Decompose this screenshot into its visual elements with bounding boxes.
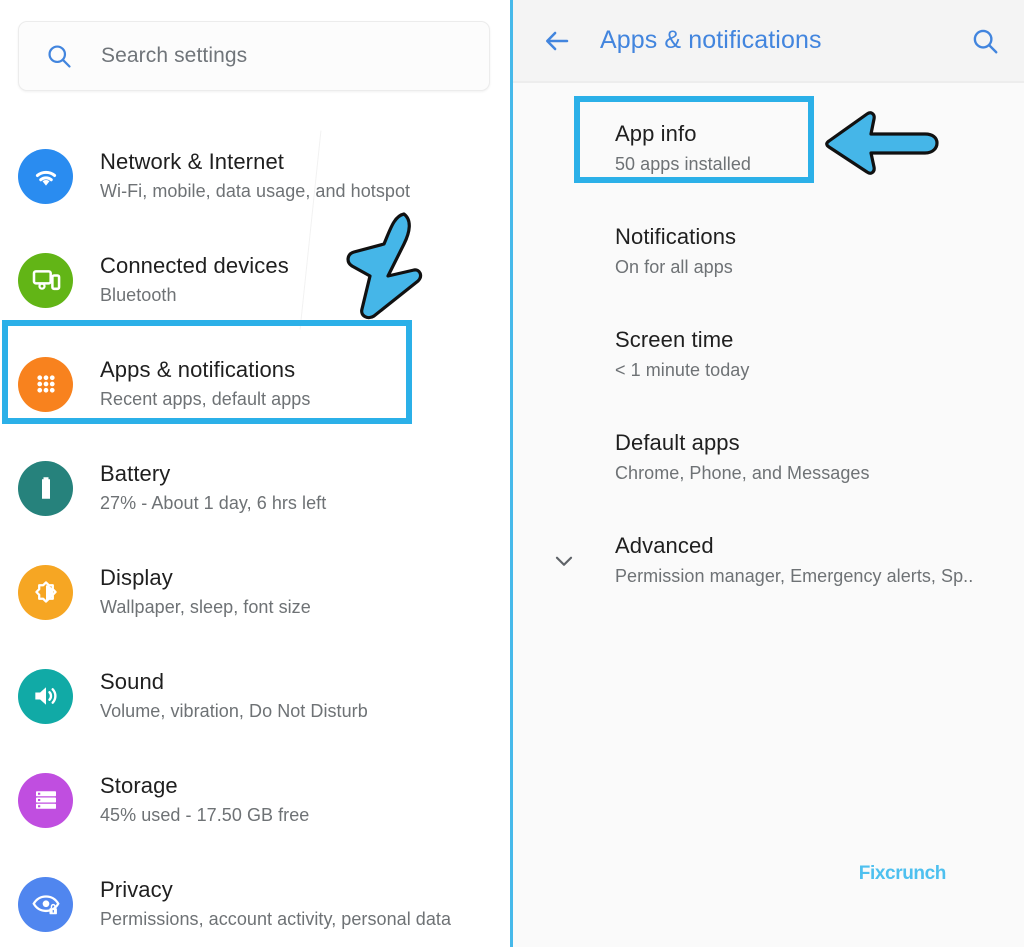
list-item-title: App info <box>615 121 697 146</box>
list-item-screen-time[interactable]: Screen time < 1 minute today <box>511 303 1024 406</box>
storage-icon <box>18 772 73 828</box>
search-settings-bar[interactable]: Search settings <box>18 21 490 91</box>
list-item-title: Screen time <box>615 327 734 352</box>
sidebar-item-subtitle: Wi-Fi, mobile, data usage, and hotspot <box>100 181 411 201</box>
sidebar-item-text: Sound Volume, vibration, Do Not Disturb <box>100 667 368 725</box>
sidebar-item-battery[interactable]: Battery 27% - About 1 day, 6 hrs left <box>0 436 511 540</box>
list-item-title: Notifications <box>615 224 737 249</box>
sidebar-item-title: Network & Internet <box>100 149 284 174</box>
devices-icon <box>18 252 73 308</box>
list-item-app-info[interactable]: App info 50 apps installed <box>511 97 1024 200</box>
panel-divider <box>510 0 513 947</box>
sidebar-item-text: Battery 27% - About 1 day, 6 hrs left <box>100 459 326 517</box>
sidebar-item-title: Sound <box>100 669 165 694</box>
sidebar-item-sound[interactable]: Sound Volume, vibration, Do Not Disturb <box>0 644 511 748</box>
sidebar-item-subtitle: 27% - About 1 day, 6 hrs left <box>100 493 327 513</box>
sidebar-item-privacy[interactable]: Privacy Permissions, account activity, p… <box>0 852 511 947</box>
search-icon <box>45 42 73 70</box>
sidebar-item-title: Battery <box>100 461 171 486</box>
list-item-title: Advanced <box>615 533 714 558</box>
list-item-subtitle: On for all apps <box>615 257 733 277</box>
sidebar-item-title: Connected devices <box>100 253 289 278</box>
down-left-arrow-annotation <box>326 204 436 324</box>
sidebar-item-text: Connected devices Bluetooth <box>100 251 289 309</box>
sidebar-item-text: Display Wallpaper, sleep, font size <box>100 563 311 621</box>
sidebar-item-text: Privacy Permissions, account activity, p… <box>100 875 451 933</box>
privacy-eye-lock-icon <box>18 876 73 932</box>
sidebar-item-title: Storage <box>100 773 178 798</box>
sidebar-item-subtitle: Recent apps, default apps <box>100 389 311 409</box>
list-item-subtitle: Chrome, Phone, and Messages <box>615 463 870 483</box>
sidebar-item-subtitle: Permissions, account activity, personal … <box>100 909 452 929</box>
list-item-title: Default apps <box>615 430 740 455</box>
apps-notifications-right-panel: Apps & notifications App info 50 apps in… <box>511 0 1024 947</box>
battery-icon <box>18 460 73 516</box>
chevron-down-icon[interactable] <box>551 548 577 574</box>
apps-settings-list: App info 50 apps installed Notifications… <box>511 83 1024 612</box>
sidebar-item-apps-notifications[interactable]: Apps & notifications Recent apps, defaul… <box>0 332 511 436</box>
brightness-icon <box>18 564 73 620</box>
android-settings-screenshot: Search settings Network & Internet Wi-Fi… <box>0 0 1024 947</box>
list-item-subtitle: Permission manager, Emergency alerts, Sp… <box>615 566 974 586</box>
sidebar-item-title: Apps & notifications <box>100 357 296 382</box>
sidebar-item-text: Network & Internet Wi-Fi, mobile, data u… <box>100 147 410 205</box>
sidebar-item-subtitle: 45% used - 17.50 GB free <box>100 805 310 825</box>
list-item-subtitle: 50 apps installed <box>615 154 751 174</box>
back-arrow-icon[interactable] <box>542 26 572 56</box>
sidebar-item-text: Apps & notifications Recent apps, defaul… <box>100 355 310 413</box>
sidebar-item-title: Privacy <box>100 877 173 902</box>
app-bar: Apps & notifications <box>511 0 1024 83</box>
sidebar-item-storage[interactable]: Storage 45% used - 17.50 GB free <box>0 748 511 852</box>
sidebar-item-display[interactable]: Display Wallpaper, sleep, font size <box>0 540 511 644</box>
list-item-notifications[interactable]: Notifications On for all apps <box>511 200 1024 303</box>
left-pointing-arrow-annotation <box>821 108 941 178</box>
sidebar-item-subtitle: Wallpaper, sleep, font size <box>100 597 311 617</box>
sidebar-item-subtitle: Volume, vibration, Do Not Disturb <box>100 701 368 721</box>
settings-left-panel: Search settings Network & Internet Wi-Fi… <box>0 0 511 947</box>
wifi-icon <box>18 148 73 204</box>
apps-grid-icon <box>18 356 73 412</box>
page-title: Apps & notifications <box>600 26 822 54</box>
sidebar-item-text: Storage 45% used - 17.50 GB free <box>100 771 309 829</box>
volume-icon <box>18 668 73 724</box>
list-item-default-apps[interactable]: Default apps Chrome, Phone, and Messages <box>511 406 1024 509</box>
sidebar-item-title: Display <box>100 565 173 590</box>
list-item-subtitle: < 1 minute today <box>615 360 750 380</box>
search-input[interactable]: Search settings <box>101 44 247 68</box>
sidebar-item-subtitle: Bluetooth <box>100 285 177 305</box>
list-item-advanced[interactable]: Advanced Permission manager, Emergency a… <box>511 509 1024 612</box>
search-icon[interactable] <box>970 26 1000 56</box>
watermark: Fixcrunch <box>858 863 947 884</box>
